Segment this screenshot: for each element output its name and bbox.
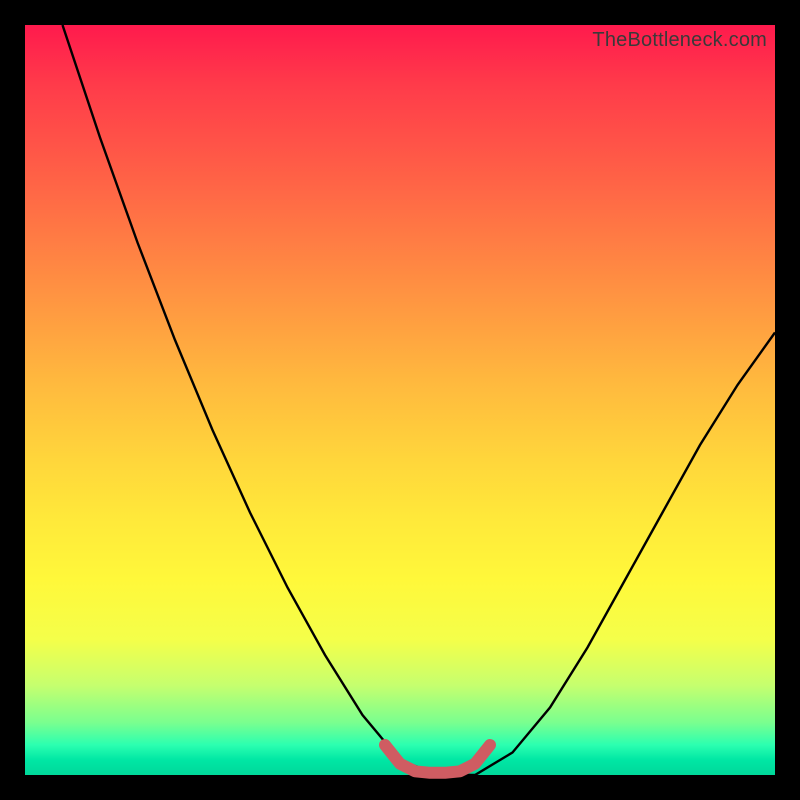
chart-svg — [25, 25, 775, 775]
chart-plot-area: TheBottleneck.com — [25, 25, 775, 775]
pink-marker-path — [385, 745, 490, 773]
black-curve-path — [63, 25, 776, 775]
chart-stage: TheBottleneck.com — [0, 0, 800, 800]
